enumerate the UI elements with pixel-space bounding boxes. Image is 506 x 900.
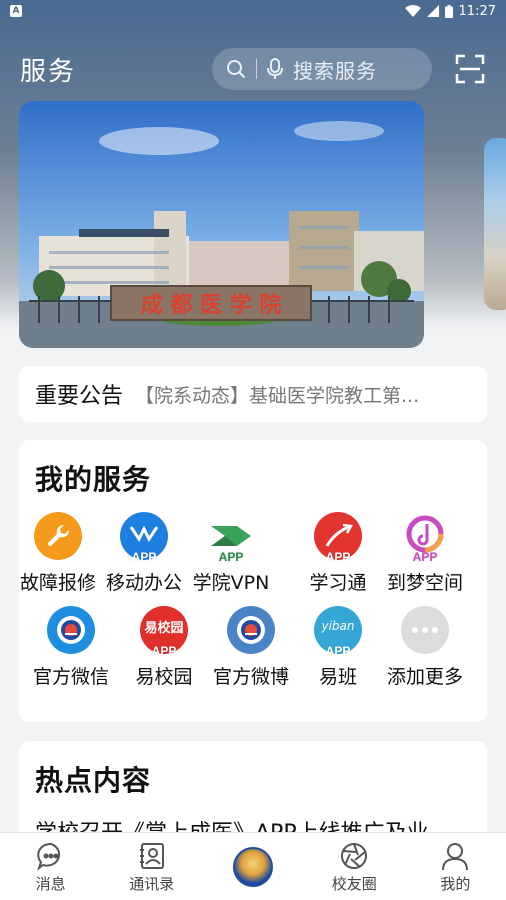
section-title: 我的服务 (35, 463, 152, 496)
service-label: 易校园 (135, 666, 193, 688)
scan-icon (455, 54, 485, 84)
service-vpn[interactable]: APP 学院VPN (186, 512, 276, 595)
app-tag: APP (151, 644, 177, 658)
banner-carousel[interactable]: 成 都 医 学 院 (19, 101, 424, 348)
section-title: 热点内容 (35, 764, 152, 797)
service-daomeng[interactable]: APP 到梦空间 (380, 512, 470, 595)
search-icon (227, 60, 246, 79)
bottom-tab-bar: 消息 通讯录 校友圈 我的 (0, 832, 506, 900)
banner-next-slide[interactable] (484, 138, 506, 310)
search-input[interactable]: 搜索服务 (212, 48, 432, 90)
app-tag: APP (218, 550, 244, 564)
aperture-icon (341, 843, 368, 869)
scan-button[interactable] (454, 53, 486, 85)
status-bar: A 11:27 (0, 0, 506, 22)
app-tag: APP (325, 644, 351, 658)
wrench-icon (34, 512, 82, 560)
header: 服务 搜索服务 (0, 44, 506, 94)
profile-icon (442, 843, 469, 871)
tab-messages[interactable]: 消息 (0, 833, 101, 894)
mobile-office-icon: APP (120, 512, 168, 564)
service-label: 官方微信 (32, 666, 109, 688)
app-tag: APP (325, 550, 351, 564)
tab-contacts[interactable]: 通讯录 (101, 833, 202, 894)
service-label: 移动办公 (105, 572, 182, 594)
service-xuexitong[interactable]: APP 学习通 (293, 512, 383, 595)
notice-text[interactable]: 【院系动态】基础医学院教工第... (135, 381, 419, 408)
message-icon (36, 842, 60, 871)
tab-alumni-circle[interactable]: 校友圈 (304, 833, 405, 894)
service-label: 官方微博 (212, 666, 289, 688)
battery-icon (444, 4, 453, 18)
signal-icon (426, 5, 439, 17)
yixiaoyuan-logo-text: 易校园 (144, 620, 184, 636)
page-title: 服务 (20, 56, 77, 87)
notification-app-icon: A (10, 5, 22, 17)
service-mobile-office[interactable]: APP 移动办公 (99, 512, 189, 595)
tab-label: 校友圈 (331, 875, 377, 893)
search-divider (256, 59, 257, 79)
app-tag: APP (412, 550, 438, 564)
yiban-logo-text: yiban (321, 619, 355, 633)
service-label: 易班 (318, 666, 357, 688)
service-yiban[interactable]: yiban APP 易班 (293, 606, 383, 689)
service-label: 添加更多 (386, 666, 463, 688)
service-label: 学院VPN (192, 572, 270, 594)
daomeng-icon: APP (401, 512, 449, 564)
microphone-icon[interactable] (267, 58, 283, 80)
service-official-weibo[interactable]: 官方微博 (206, 606, 296, 689)
yixiaoyuan-icon: 易校园 APP (140, 606, 188, 658)
tab-home[interactable] (202, 833, 303, 887)
service-official-wechat[interactable]: 官方微信 (26, 606, 116, 689)
school-emblem-icon (227, 606, 275, 654)
notice-title: 重要公告 (35, 384, 124, 409)
gate-inscription: 成 都 医 学 院 (141, 292, 282, 318)
school-logo-icon (233, 847, 273, 887)
contacts-icon (139, 843, 164, 869)
service-yixiaoyuan[interactable]: 易校园 APP 易校园 (119, 606, 209, 689)
service-label: 到梦空间 (386, 572, 463, 594)
service-fault-report[interactable]: 故障报修 (13, 512, 103, 595)
search-placeholder: 搜索服务 (293, 58, 377, 83)
school-emblem-icon (47, 606, 95, 654)
more-icon (401, 606, 449, 654)
service-label: 故障报修 (19, 572, 96, 594)
my-services-card: 我的服务 故障报修 APP 移动办公 APP 学院VPN APP 学习通 APP (19, 440, 487, 722)
yiban-icon: yiban APP (314, 606, 362, 658)
vpn-icon: APP (207, 512, 255, 564)
wifi-icon (404, 5, 421, 17)
tab-profile[interactable]: 我的 (405, 833, 506, 894)
tab-label: 消息 (35, 875, 66, 893)
xuexitong-icon: APP (314, 512, 362, 564)
tab-label: 通讯录 (129, 875, 175, 893)
service-add-more[interactable]: 添加更多 (380, 606, 470, 689)
notice-bar[interactable]: 重要公告 【院系动态】基础医学院教工第... (19, 366, 487, 422)
clock: 11:27 (458, 3, 496, 19)
app-tag: APP (131, 550, 157, 564)
campus-gate-photo: 成 都 医 学 院 (19, 101, 424, 348)
tab-label: 我的 (440, 875, 471, 893)
service-label: 学习通 (309, 572, 367, 594)
